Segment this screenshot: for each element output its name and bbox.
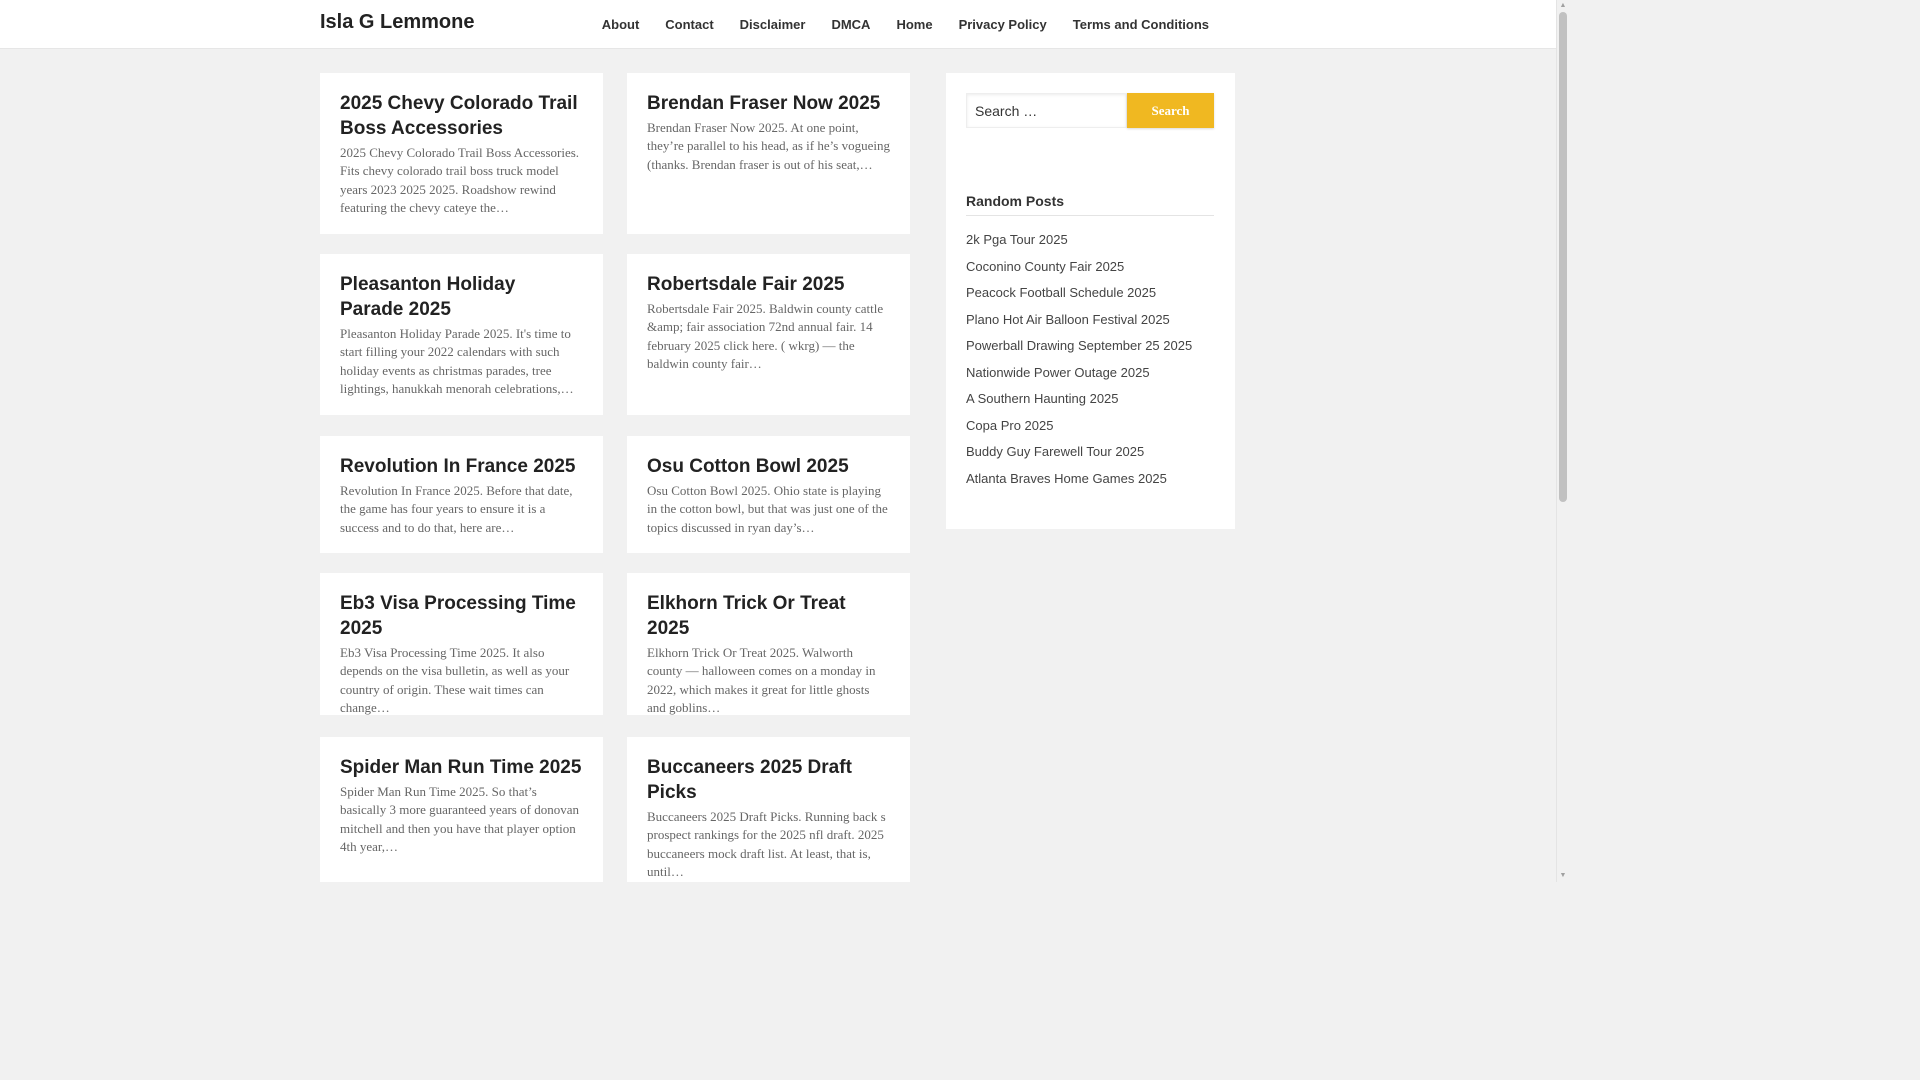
post-excerpt: Eb3 Visa Processing Time 2025. It also d… [340,645,570,715]
post-excerpt: Elkhorn Trick Or Treat 2025. Walworth co… [647,645,876,715]
scroll-down-icon[interactable]: ▼ [1559,872,1567,880]
list-item: A Southern Haunting 2025 [966,388,1192,415]
post-title[interactable]: Eb3 Visa Processing Time 2025 [340,591,583,641]
post-excerpt: Robertsdale Fair 2025. Baldwin county ca… [647,301,884,371]
post-title[interactable]: Robertsdale Fair 2025 [647,272,890,297]
random-post-link[interactable]: Peacock Football Schedule 2025 [966,285,1156,300]
search-button[interactable]: Search [1127,93,1214,128]
post-excerpt: Pleasanton Holiday Parade 2025. It's tim… [340,326,574,396]
post-title[interactable]: Buccaneers 2025 Draft Picks [647,755,890,805]
random-post-link[interactable]: Copa Pro 2025 [966,418,1053,433]
nav-contact[interactable]: Contact [652,0,726,49]
post-excerpt: Buccaneers 2025 Draft Picks. Running bac… [647,809,886,879]
post-card: Buccaneers 2025 Draft Picks Buccaneers 2… [627,737,910,882]
post-card: Brendan Fraser Now 2025 Brendan Fraser N… [627,73,910,234]
list-item: Coconino County Fair 2025 [966,256,1192,283]
post-excerpt: Revolution In France 2025. Before that d… [340,483,573,535]
random-post-link[interactable]: Buddy Guy Farewell Tour 2025 [966,444,1144,459]
nav-privacy-policy[interactable]: Privacy Policy [946,0,1060,49]
main-nav: About Contact Disclaimer DMCA Home Priva… [589,0,1222,49]
random-post-link[interactable]: Coconino County Fair 2025 [966,259,1124,274]
post-excerpt: Spider Man Run Time 2025. So that’s basi… [340,784,579,854]
nav-terms[interactable]: Terms and Conditions [1060,0,1222,49]
post-excerpt: Osu Cotton Bowl 2025. Ohio state is play… [647,483,888,535]
scroll-up-icon[interactable]: ▲ [1559,2,1567,10]
random-posts-list: 2k Pga Tour 2025 Coconino County Fair 20… [966,229,1192,494]
post-title[interactable]: Pleasanton Holiday Parade 2025 [340,272,583,322]
post-title[interactable]: Revolution In France 2025 [340,454,583,479]
list-item: Nationwide Power Outage 2025 [966,362,1192,389]
post-excerpt: 2025 Chevy Colorado Trail Boss Accessori… [340,145,580,215]
sidebar: Search Random Posts 2k Pga Tour 2025 Coc… [946,73,1235,529]
nav-dmca[interactable]: DMCA [818,0,883,49]
list-item: Atlanta Braves Home Games 2025 [966,468,1192,495]
list-item: Peacock Football Schedule 2025 [966,282,1192,309]
list-item: Powerball Drawing September 25 2025 [966,335,1192,362]
random-post-link[interactable]: 2k Pga Tour 2025 [966,232,1068,247]
random-post-link[interactable]: A Southern Haunting 2025 [966,391,1119,406]
post-card: Robertsdale Fair 2025 Robertsdale Fair 2… [627,254,910,415]
post-card: 2025 Chevy Colorado Trail Boss Accessori… [320,73,603,234]
search-form: Search [966,93,1214,128]
post-title[interactable]: Elkhorn Trick Or Treat 2025 [647,591,890,641]
post-title[interactable]: Brendan Fraser Now 2025 [647,91,890,116]
list-item: 2k Pga Tour 2025 [966,229,1192,256]
scrollbar-thumb[interactable] [1559,12,1567,502]
nav-disclaimer[interactable]: Disclaimer [727,0,819,49]
post-card: Spider Man Run Time 2025 Spider Man Run … [320,737,603,882]
post-title[interactable]: Osu Cotton Bowl 2025 [647,454,890,479]
site-title[interactable]: Isla G Lemmone [320,11,475,34]
random-post-link[interactable]: Powerball Drawing September 25 2025 [966,338,1192,353]
random-posts-heading: Random Posts [966,193,1214,216]
random-post-link[interactable]: Nationwide Power Outage 2025 [966,365,1150,380]
list-item: Buddy Guy Farewell Tour 2025 [966,441,1192,468]
post-card: Elkhorn Trick Or Treat 2025 Elkhorn Tric… [627,573,910,715]
nav-about[interactable]: About [589,0,653,49]
random-post-link[interactable]: Plano Hot Air Balloon Festival 2025 [966,312,1170,327]
post-card: Revolution In France 2025 Revolution In … [320,436,603,553]
post-card: Osu Cotton Bowl 2025 Osu Cotton Bowl 202… [627,436,910,553]
nav-home[interactable]: Home [883,0,945,49]
list-item: Copa Pro 2025 [966,415,1192,442]
page-scrollbar[interactable]: ▲ ▼ [1556,0,1568,882]
random-post-link[interactable]: Atlanta Braves Home Games 2025 [966,471,1167,486]
post-title[interactable]: Spider Man Run Time 2025 [340,755,583,780]
search-input[interactable] [966,93,1127,128]
site-header: Isla G Lemmone About Contact Disclaimer … [0,0,1556,49]
post-excerpt: Brendan Fraser Now 2025. At one point, t… [647,120,890,172]
post-card: Pleasanton Holiday Parade 2025 Pleasanto… [320,254,603,415]
post-card: Eb3 Visa Processing Time 2025 Eb3 Visa P… [320,573,603,715]
post-title[interactable]: 2025 Chevy Colorado Trail Boss Accessori… [340,91,583,141]
list-item: Plano Hot Air Balloon Festival 2025 [966,309,1192,336]
